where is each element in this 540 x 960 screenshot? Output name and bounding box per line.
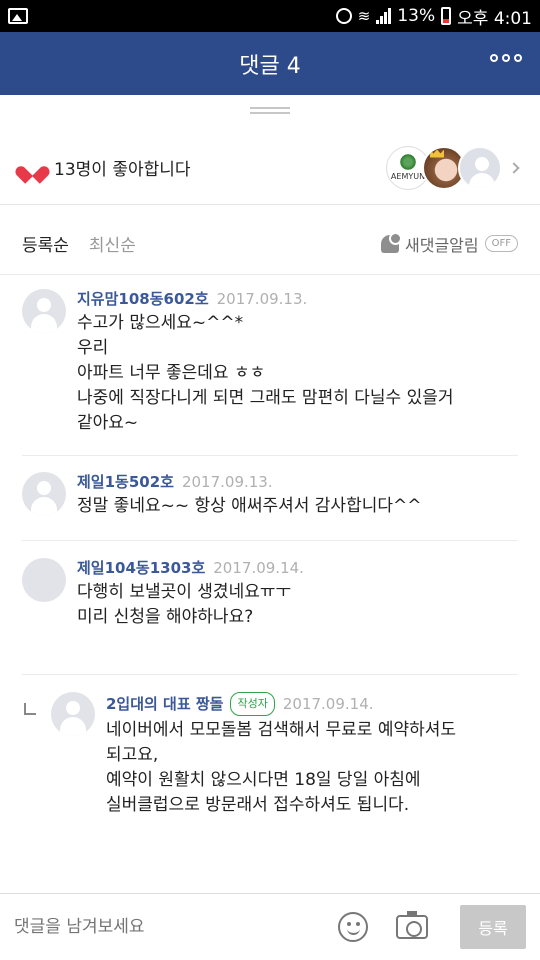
comment-text: 정말 좋네요~~ 항상 애써주셔서 감사합니다^^ [77, 496, 422, 516]
notify-label: 새댓글알림 [405, 235, 479, 255]
gallery-icon [8, 8, 28, 24]
comment-text: 네이버에서 모모돌봄 검색해서 무료로 예약하셔도 되고요, 예약이 원활치 않… [106, 720, 457, 815]
tab-latest-order[interactable]: 최신순 [89, 231, 136, 256]
comment-item: 제일1동502호 2017.09.13. 정말 좋네요~~ 항상 애써주셔서 감… [0, 472, 540, 519]
notify-toggle[interactable]: OFF [484, 235, 518, 252]
comment-input-bar: 등록 [0, 893, 540, 960]
comment-author[interactable]: 2입대의 대표 짱돌 [106, 694, 223, 714]
battery-percent: 13% [397, 6, 436, 26]
sort-bar: 등록순 최신순 새댓글알림 OFF [0, 213, 540, 275]
crown-icon [430, 149, 444, 158]
bell-icon [381, 231, 403, 253]
camera-icon[interactable] [396, 911, 428, 939]
divider [22, 455, 518, 456]
comment-author[interactable]: 제일104동1303호 [77, 558, 205, 578]
alarm-icon [335, 8, 352, 24]
status-bar: ≋ 13% 오후 4:01 [0, 0, 540, 32]
comment-text: 수고가 많으세요~^^* 우리 아파트 너무 좋은데요 ㅎㅎ 나중에 직장다니게… [77, 313, 454, 433]
likes-row[interactable]: 13명이 좋아합니다 AEMYUN [0, 131, 540, 205]
avatar[interactable] [22, 289, 66, 333]
tab-registered-order[interactable]: 등록순 [22, 231, 69, 256]
reply-item: 2입대의 대표 짱돌 작성자 2017.09.14. 네이버에서 모모돌봄 검색… [0, 692, 540, 818]
comment-date: 2017.09.13. [216, 290, 308, 308]
comment-date: 2017.09.14. [282, 695, 374, 713]
liker-avatars[interactable]: AEMYUN [386, 145, 520, 190]
submit-button[interactable]: 등록 [460, 905, 526, 949]
comment-date: 2017.09.13. [181, 473, 273, 491]
avatar[interactable] [22, 558, 66, 602]
avatar[interactable] [51, 692, 95, 736]
comment-item: 제일104동1303호 2017.09.14. 다행히 보낼곳이 생겼네요ㅠㅜ … [0, 558, 540, 630]
comment-item: 지유맘108동602호 2017.09.13. 수고가 많으세요~^^* 우리 … [0, 289, 540, 436]
avatar [458, 145, 502, 190]
signal-icon [376, 8, 392, 24]
emoticon-icon[interactable] [338, 912, 368, 942]
heart-icon[interactable] [22, 157, 44, 179]
comment-date: 2017.09.14. [213, 559, 304, 577]
clock: 오후 4:01 [457, 8, 532, 29]
flower-logo-icon [399, 152, 417, 171]
wifi-icon: ≋ [357, 7, 371, 25]
divider [22, 540, 518, 541]
likes-count: 13명이 좋아합니다 [54, 160, 191, 180]
more-options-icon[interactable] [490, 54, 522, 62]
divider [22, 674, 518, 675]
comment-author[interactable]: 지유맘108동602호 [77, 289, 209, 309]
app-header: 댓글 4 [0, 32, 540, 95]
drag-handle-icon[interactable] [250, 107, 290, 109]
new-comment-notify[interactable]: 새댓글알림 OFF [381, 231, 518, 256]
avatar[interactable] [22, 472, 66, 516]
page-title: 댓글 4 [239, 53, 301, 79]
comment-text: 다행히 보낼곳이 생겼네요ㅠㅜ 미리 신청을 해야하나요? [77, 582, 292, 627]
comment-author[interactable]: 제일1동502호 [77, 472, 174, 492]
chevron-right-icon[interactable] [508, 161, 520, 174]
writer-badge: 작성자 [230, 692, 275, 716]
battery-icon [441, 7, 452, 25]
brand-avatar-text: AEMYUN [390, 171, 426, 181]
comment-input[interactable] [14, 917, 338, 937]
drag-handle-area[interactable] [0, 95, 540, 131]
